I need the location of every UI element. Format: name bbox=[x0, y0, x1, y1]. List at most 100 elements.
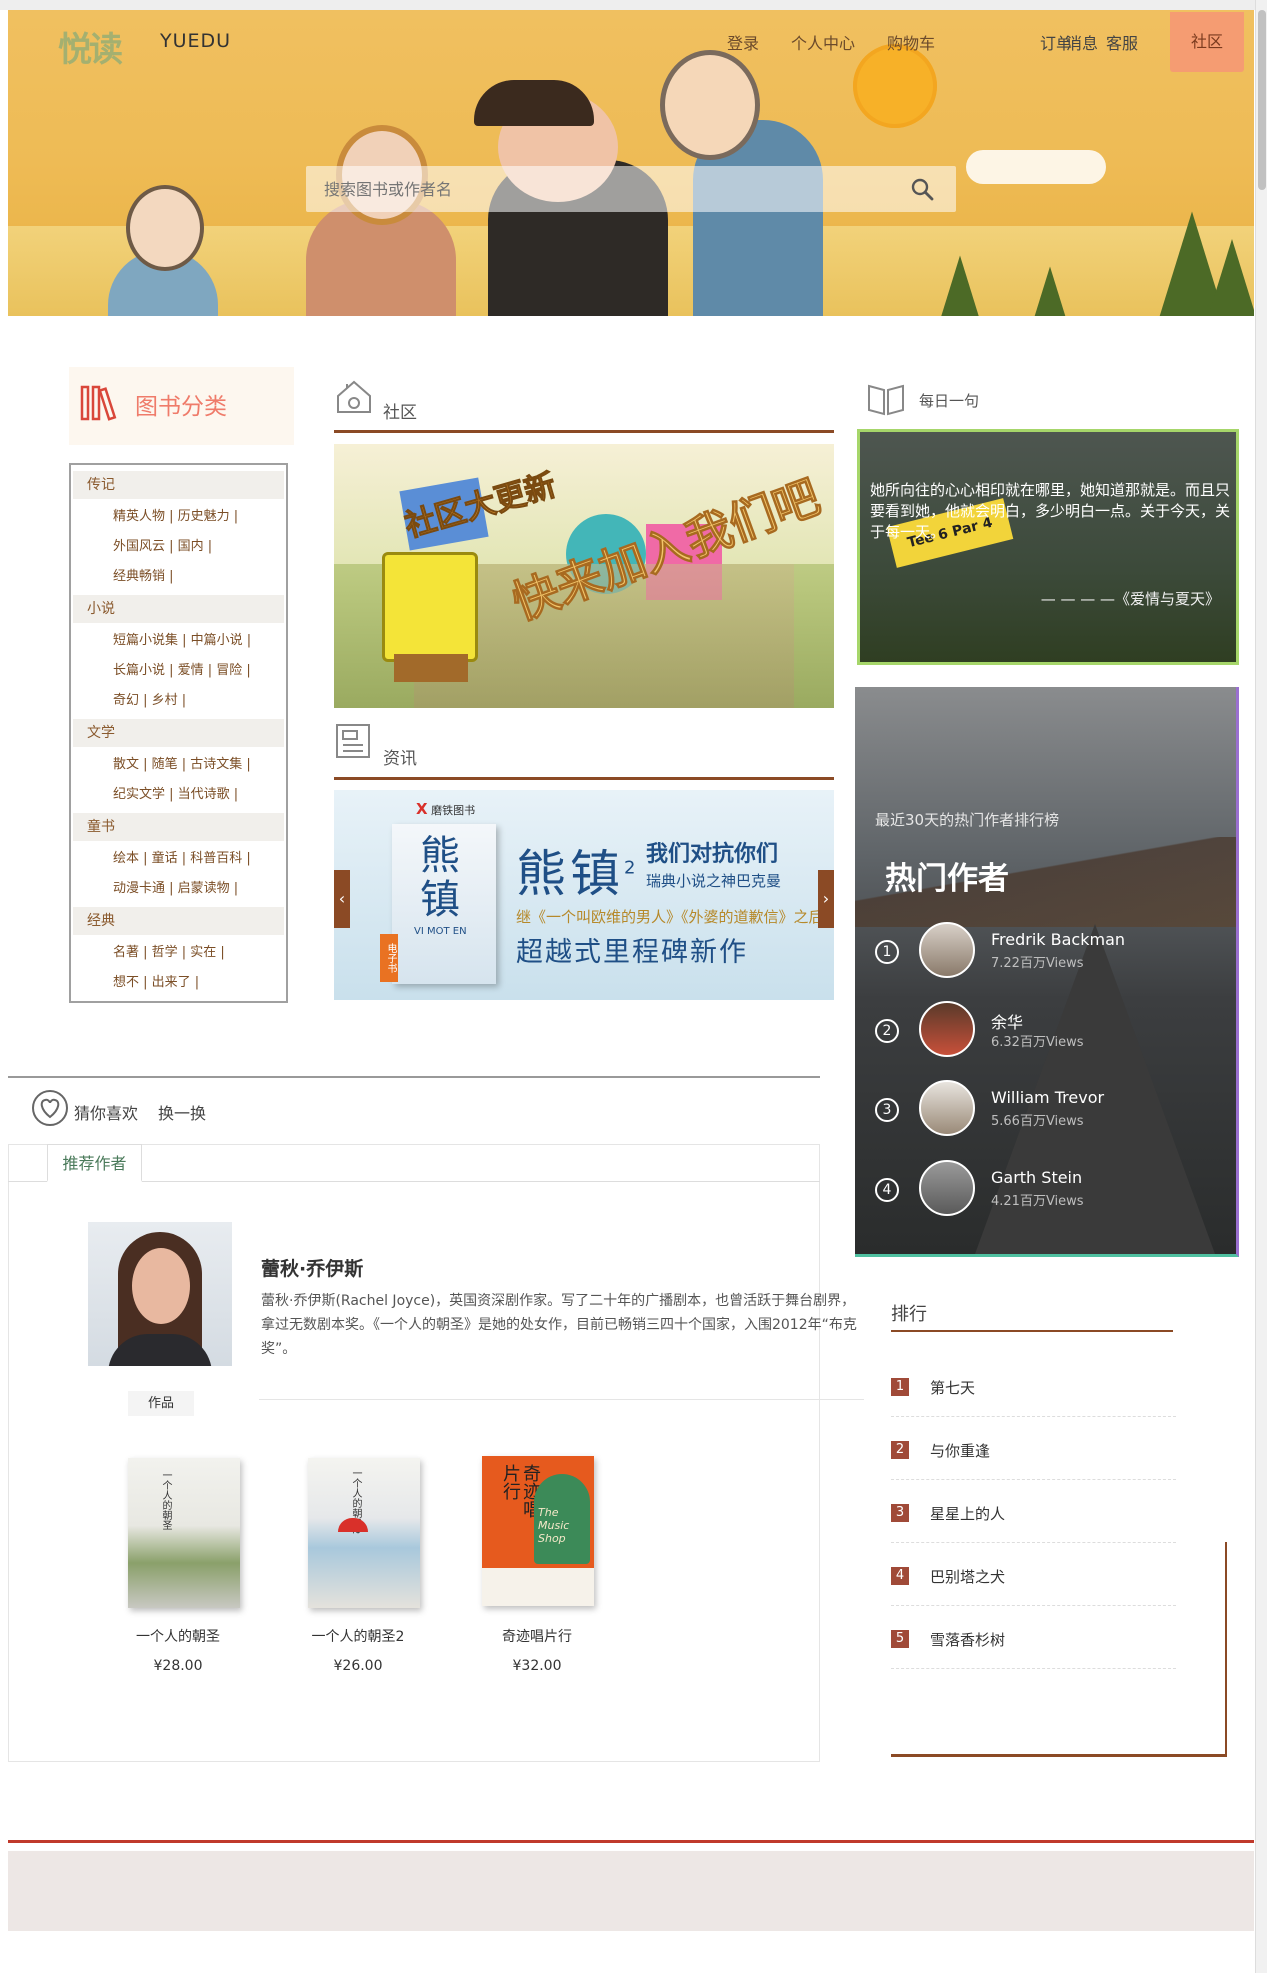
ranking-book-title: 第七天 bbox=[930, 1379, 976, 1397]
hot-author-item[interactable]: 4 Garth Stein 4.21百万Views bbox=[875, 1160, 1225, 1220]
community-banner[interactable]: 社区大更新 快来加入我们吧 bbox=[334, 444, 834, 708]
carousel-next-button[interactable]: › bbox=[818, 870, 834, 928]
nav-user-center[interactable]: 个人中心 bbox=[791, 30, 855, 54]
category-group-fiction[interactable]: 小说 bbox=[73, 595, 284, 623]
nav-cart[interactable]: 购物车 bbox=[887, 30, 935, 54]
author-views: 5.66百万Views bbox=[991, 1114, 1084, 1129]
book-title[interactable]: 一个人的朝圣2 bbox=[283, 1626, 433, 1646]
nav-messages[interactable]: 消息 bbox=[1066, 30, 1098, 54]
nav-service[interactable]: 客服 bbox=[1106, 30, 1138, 54]
bio-divider bbox=[259, 1399, 864, 1400]
cover-title: 熊镇 bbox=[420, 833, 460, 923]
book-cover: 熊镇 VI MOT EN 电子书 bbox=[380, 824, 496, 984]
ranking-item[interactable]: 5 雪落香杉树 bbox=[891, 1607, 1176, 1669]
daily-quote-source: — — — —《爱情与夏天》 bbox=[1040, 590, 1220, 608]
category-row[interactable]: 想不 | 出来了 | bbox=[113, 971, 199, 990]
category-group-classics[interactable]: 经典 bbox=[73, 907, 284, 935]
category-group-biography[interactable]: 传记 bbox=[73, 471, 284, 499]
category-row[interactable]: 纪实文学 | 当代诗歌 | bbox=[113, 783, 238, 802]
cover-title: 奇迹唱片行 bbox=[500, 1464, 541, 1518]
hero-banner bbox=[8, 10, 1254, 316]
category-row[interactable]: 短篇小说集 | 中篇小说 | bbox=[113, 629, 251, 648]
top-strip bbox=[0, 0, 1267, 10]
umbrella-illustration bbox=[338, 1518, 368, 1532]
ranking-title: 排行 bbox=[891, 1304, 927, 1325]
ranking-item[interactable]: 4 巴别塔之犬 bbox=[891, 1544, 1176, 1606]
tall-man-head bbox=[660, 50, 760, 160]
daily-title: 每日一句 bbox=[919, 392, 980, 410]
hot-author-item[interactable]: 3 William Trevor 5.66百万Views bbox=[875, 1080, 1225, 1140]
ranking-frame bbox=[891, 1754, 1227, 1757]
rank-number: 4 bbox=[875, 1178, 899, 1202]
book-cover[interactable]: 一个人的朝圣 bbox=[128, 1458, 240, 1608]
hat-illustration bbox=[474, 80, 594, 126]
ranking-rule bbox=[891, 1330, 1173, 1332]
category-header: 图书分类 bbox=[69, 367, 294, 445]
author-name: Fredrik Backman bbox=[991, 930, 1126, 949]
category-row[interactable]: 外国风云 | 国内 | bbox=[113, 535, 212, 554]
ranking-book-title: 与你重逢 bbox=[930, 1442, 991, 1460]
rank-badge: 1 bbox=[891, 1378, 909, 1396]
cloud-illustration bbox=[966, 150, 1106, 184]
rank-number: 1 bbox=[875, 940, 899, 964]
category-row[interactable]: 精英人物 | 历史魅力 | bbox=[113, 505, 238, 524]
hot-authors-title: 热门作者 bbox=[885, 861, 1009, 897]
search-icon[interactable] bbox=[910, 177, 934, 201]
category-row[interactable]: 名著 | 哲学 | 实在 | bbox=[113, 941, 225, 960]
news-rule bbox=[334, 777, 834, 780]
book-price: ¥28.00 bbox=[153, 1658, 203, 1674]
daily-quote-text: 她所向往的心心相印就在哪里，她知道那就是。而且只要看到她，他就会明白，多少明白一… bbox=[870, 481, 1231, 541]
book-cover[interactable]: 奇迹唱片行 The Music Shop bbox=[482, 1456, 594, 1606]
search-bar bbox=[306, 166, 956, 212]
tree-illustration bbox=[1034, 266, 1066, 316]
author-name: Garth Stein bbox=[991, 1168, 1083, 1187]
carousel-prev-button[interactable]: ‹ bbox=[334, 870, 350, 928]
category-list: 传记 精英人物 | 历史魅力 | 外国风云 | 国内 | 经典畅销 | 小说 短… bbox=[69, 463, 288, 1003]
ranking-item[interactable]: 2 与你重逢 bbox=[891, 1418, 1176, 1480]
community-button[interactable]: 社区 bbox=[1170, 12, 1244, 72]
daily-quote-card: Tee 6 Par 4 她所向往的心心相印就在哪里，她知道那就是。而且只要看到她… bbox=[857, 429, 1239, 665]
brand-name: YUEDU bbox=[160, 30, 232, 52]
guess-title: 猜你喜欢 bbox=[74, 1104, 139, 1123]
author-name: William Trevor bbox=[991, 1088, 1105, 1107]
category-row[interactable]: 动漫卡通 | 启蒙读物 | bbox=[113, 877, 238, 896]
face-illustration bbox=[132, 1248, 190, 1324]
search-input[interactable] bbox=[324, 166, 884, 212]
category-row[interactable]: 奇幻 | 乡村 | bbox=[113, 689, 186, 708]
house-icon bbox=[337, 380, 371, 413]
nav-login[interactable]: 登录 bbox=[727, 30, 759, 54]
category-row[interactable]: 散文 | 随笔 | 古诗文集 | bbox=[113, 753, 251, 772]
hot-authors-subtitle: 最近30天的热门作者排行榜 bbox=[875, 811, 1060, 829]
book-title[interactable]: 奇迹唱片行 bbox=[462, 1626, 612, 1646]
category-row[interactable]: 绘本 | 童话 | 科普百科 | bbox=[113, 847, 251, 866]
cover-blurb-area bbox=[482, 1568, 594, 1606]
news-banner[interactable]: X 磨铁图书 熊镇 VI MOT EN 电子书 熊镇2 我们对抗你们 瑞典小说之… bbox=[334, 790, 834, 1000]
tagline-2: 超越式里程碑新作 bbox=[516, 937, 748, 968]
hot-author-item[interactable]: 2 余华 6.32百万Views bbox=[875, 1001, 1225, 1061]
author-name: 蕾秋·乔伊斯 bbox=[261, 1258, 364, 1280]
community-title: 社区 bbox=[383, 403, 417, 423]
ranking-book-title: 雪落香杉树 bbox=[930, 1631, 1006, 1649]
avatar bbox=[919, 1160, 975, 1216]
category-group-children[interactable]: 童书 bbox=[73, 813, 284, 841]
tree-illustration bbox=[941, 255, 979, 316]
hot-authors-card: 最近30天的热门作者排行榜 热门作者 1 Fredrik Backman 7.2… bbox=[855, 687, 1239, 1257]
open-book-icon bbox=[868, 384, 904, 416]
hot-author-item[interactable]: 1 Fredrik Backman 7.22百万Views bbox=[875, 922, 1225, 982]
book-cover[interactable]: 一个人的朝圣2 bbox=[308, 1458, 420, 1608]
ranking-item[interactable]: 1 第七天 bbox=[891, 1355, 1176, 1417]
footer bbox=[8, 1851, 1254, 1931]
tab-recommended-authors[interactable]: 推荐作者 bbox=[47, 1144, 142, 1182]
category-row[interactable]: 经典畅销 | bbox=[113, 565, 174, 584]
author-views: 4.21百万Views bbox=[991, 1194, 1084, 1209]
ranking-book-title: 巴别塔之犬 bbox=[930, 1568, 1006, 1586]
page-scrollbar[interactable] bbox=[1255, 0, 1267, 1973]
category-title: 图书分类 bbox=[135, 394, 227, 420]
category-row[interactable]: 长篇小说 | 爱情 | 冒险 | bbox=[113, 659, 251, 678]
ranking-item[interactable]: 3 星星上的人 bbox=[891, 1481, 1176, 1543]
site-logo[interactable]: 悦读 bbox=[58, 22, 123, 71]
category-group-literature[interactable]: 文学 bbox=[73, 719, 284, 747]
scrollbar-thumb[interactable] bbox=[1258, 10, 1266, 190]
book-title[interactable]: 一个人的朝圣 bbox=[103, 1626, 253, 1646]
refresh-button[interactable]: 换一换 bbox=[158, 1100, 206, 1124]
